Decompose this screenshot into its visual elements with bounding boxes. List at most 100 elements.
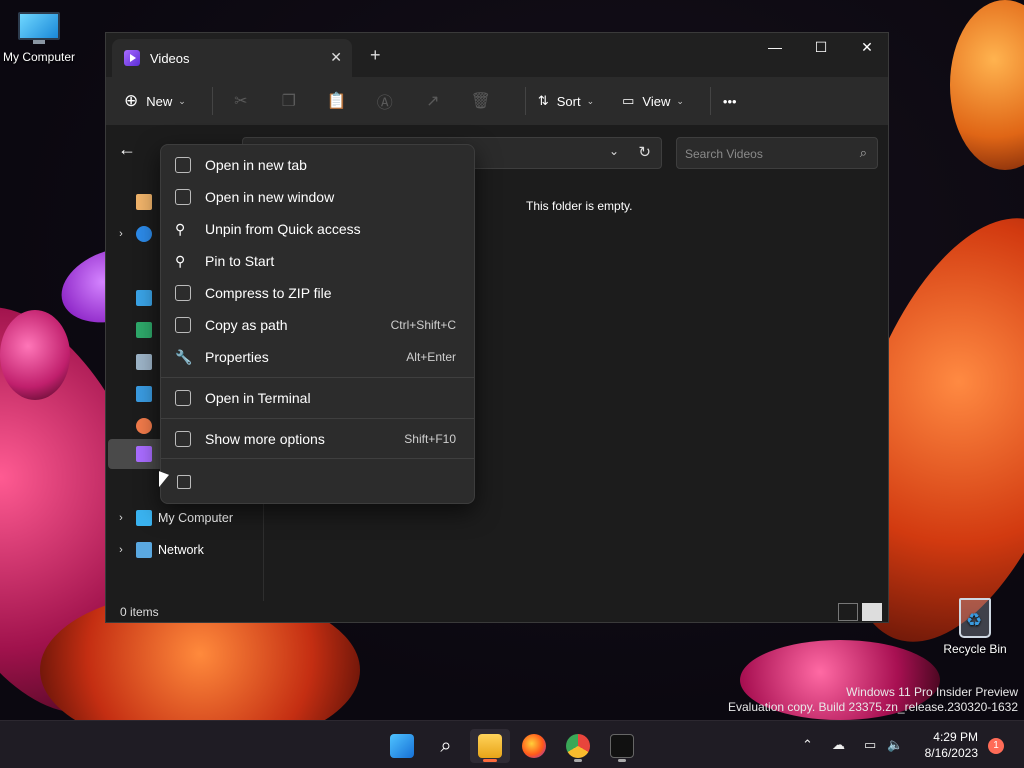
search-placeholder: Search Videos xyxy=(685,147,763,161)
firefox-icon xyxy=(522,734,546,758)
more-options-button[interactable]: ••• xyxy=(723,94,737,109)
clock-time: 4:29 PM xyxy=(933,730,978,744)
minimize-button[interactable]: — xyxy=(752,33,798,61)
nav-item-my-computer[interactable]: › My Computer xyxy=(106,503,264,533)
maximize-button[interactable]: ☐ xyxy=(798,33,844,61)
nav-item-network[interactable]: › Network xyxy=(106,535,264,565)
empty-folder-message: This folder is empty. xyxy=(526,199,633,213)
pictures-icon xyxy=(136,386,152,402)
desktop-icon-my-computer[interactable]: My Computer xyxy=(0,12,81,64)
view-button-label: View xyxy=(642,93,671,109)
menu-item-open-terminal[interactable]: Open in Terminal xyxy=(165,382,470,414)
unpin-icon: ⚲ xyxy=(175,221,186,237)
menu-item-show-more-options[interactable]: Show more options Shift+F10 xyxy=(165,423,470,455)
paste-icon[interactable]: 📋 xyxy=(321,91,353,111)
taskbar: ⌕ ⌃ ☁ ▭ 🔈 4:29 PM 8/16/2023 1 xyxy=(0,720,1024,768)
taskbar-terminal[interactable] xyxy=(602,729,642,763)
menu-item-compress-zip[interactable]: Compress to ZIP file xyxy=(165,277,470,309)
chevron-right-icon[interactable]: › xyxy=(106,228,136,240)
recycle-bin-icon: ♻ xyxy=(959,598,991,638)
show-hidden-icons-chevron[interactable]: ⌃ xyxy=(802,737,813,753)
menu-item-label: Unpin from Quick access xyxy=(205,221,361,237)
view-button[interactable]: ▭ View ⌄ xyxy=(622,93,684,109)
menu-item-copy-as-path[interactable]: Copy as path Ctrl+Shift+C xyxy=(165,309,470,341)
nav-item-label: Network xyxy=(158,543,204,557)
start-icon xyxy=(390,734,414,758)
evaluation-watermark: Windows 11 Pro Insider Preview Evaluatio… xyxy=(728,685,1018,715)
chevron-right-icon[interactable]: › xyxy=(106,544,136,556)
desktop-icon-recycle-bin[interactable]: ♻ Recycle Bin xyxy=(933,598,1017,656)
open-new-tab-icon xyxy=(175,157,191,173)
desktop-icon xyxy=(136,290,152,306)
delete-icon[interactable]: 🗑 xyxy=(465,91,497,111)
chevron-right-icon[interactable]: › xyxy=(106,512,136,524)
open-new-window-icon xyxy=(175,189,191,205)
new-tab-button[interactable]: + xyxy=(370,45,381,66)
toolbar-divider xyxy=(211,87,213,115)
chevron-down-icon: ⌄ xyxy=(586,95,595,106)
refresh-icon[interactable]: ↻ xyxy=(638,143,651,161)
notification-badge[interactable]: 1 xyxy=(988,738,1004,754)
menu-item-properties[interactable]: 🔧 Properties Alt+Enter xyxy=(165,341,470,373)
running-indicator xyxy=(574,759,582,762)
tiles-view-button[interactable] xyxy=(862,603,882,621)
menu-item-pin-to-start[interactable]: ⚲ Pin to Start xyxy=(165,245,470,277)
menu-item-shortcut: Alt+Enter xyxy=(406,350,456,364)
menu-item-shortcut: Shift+F10 xyxy=(404,432,456,446)
search-icon: ⌕ xyxy=(440,735,452,757)
file-explorer-icon xyxy=(478,734,502,758)
cut-icon[interactable]: ✂ xyxy=(225,91,257,111)
command-bar: ⊕ New ⌄ ✂ ❐ 📋 Ⓐ ↗ 🗑 ⇅ Sort ⌄ ▭ View ⌄ ••… xyxy=(106,77,888,125)
onedrive-icon[interactable]: ☁ xyxy=(832,737,845,753)
desktop-icon-label: My Computer xyxy=(2,50,76,64)
wallpaper-blob xyxy=(950,0,1024,170)
nav-item-label: My Computer xyxy=(158,511,234,525)
download-icon xyxy=(136,322,152,338)
view-icon: ▭ xyxy=(622,93,635,108)
videos-folder-icon xyxy=(124,50,140,66)
search-input[interactable]: Search Videos ⌕ xyxy=(676,137,878,169)
network-icon xyxy=(136,542,152,558)
new-button-label: New xyxy=(146,93,173,109)
taskbar-firefox[interactable] xyxy=(514,729,554,763)
tab-videos[interactable]: Videos ✕ xyxy=(112,39,352,77)
close-tab-button[interactable]: ✕ xyxy=(330,49,342,66)
menu-item-label: Open in Terminal xyxy=(205,390,311,406)
zip-folder-icon xyxy=(175,285,191,301)
copy-icon[interactable]: ❐ xyxy=(273,91,305,111)
sort-button[interactable]: ⇅ Sort ⌄ xyxy=(538,93,594,109)
network-icon[interactable]: ▭ xyxy=(864,737,876,753)
details-view-button[interactable] xyxy=(838,603,858,621)
terminal-icon xyxy=(175,390,191,406)
pin-icon: ⚲ xyxy=(175,253,186,269)
menu-item-open-new-window[interactable]: Open in new window xyxy=(165,181,470,213)
taskbar-chrome[interactable] xyxy=(558,729,598,763)
share-icon[interactable]: ↗ xyxy=(417,91,449,111)
active-indicator xyxy=(483,759,497,762)
watermark-line: Windows 11 Pro Insider Preview xyxy=(846,685,1018,699)
menu-item-label: Show more options xyxy=(205,431,325,447)
chevron-down-icon[interactable]: ⌄ xyxy=(609,144,619,158)
volume-icon[interactable]: 🔈 xyxy=(887,737,903,753)
close-window-button[interactable]: ✕ xyxy=(844,33,890,61)
menu-item-unpin-quick-access[interactable]: ⚲ Unpin from Quick access xyxy=(165,213,470,245)
title-bar: Videos ✕ + — ☐ ✕ xyxy=(106,33,888,77)
search-icon: ⌕ xyxy=(859,145,867,160)
menu-item-label: Properties xyxy=(205,349,269,365)
taskbar-file-explorer[interactable] xyxy=(470,729,510,763)
toolbar-divider xyxy=(524,87,526,115)
chevron-down-icon: ⌄ xyxy=(676,95,684,106)
copy-path-icon xyxy=(175,317,191,333)
context-menu: Open in new tab Open in new window ⚲ Unp… xyxy=(160,144,475,504)
copy-icon[interactable] xyxy=(177,475,191,489)
taskbar-search-button[interactable]: ⌕ xyxy=(426,729,466,763)
tab-title: Videos xyxy=(150,50,190,66)
system-clock[interactable]: 4:29 PM 8/16/2023 xyxy=(925,729,978,761)
back-arrow-icon[interactable]: ← xyxy=(118,139,136,160)
menu-divider xyxy=(161,458,474,459)
new-button[interactable]: ⊕ New ⌄ xyxy=(124,91,186,111)
sort-button-label: Sort xyxy=(556,93,581,109)
menu-item-open-new-tab[interactable]: Open in new tab xyxy=(165,149,470,181)
rename-icon[interactable]: Ⓐ xyxy=(369,89,401,113)
start-button[interactable] xyxy=(382,729,422,763)
